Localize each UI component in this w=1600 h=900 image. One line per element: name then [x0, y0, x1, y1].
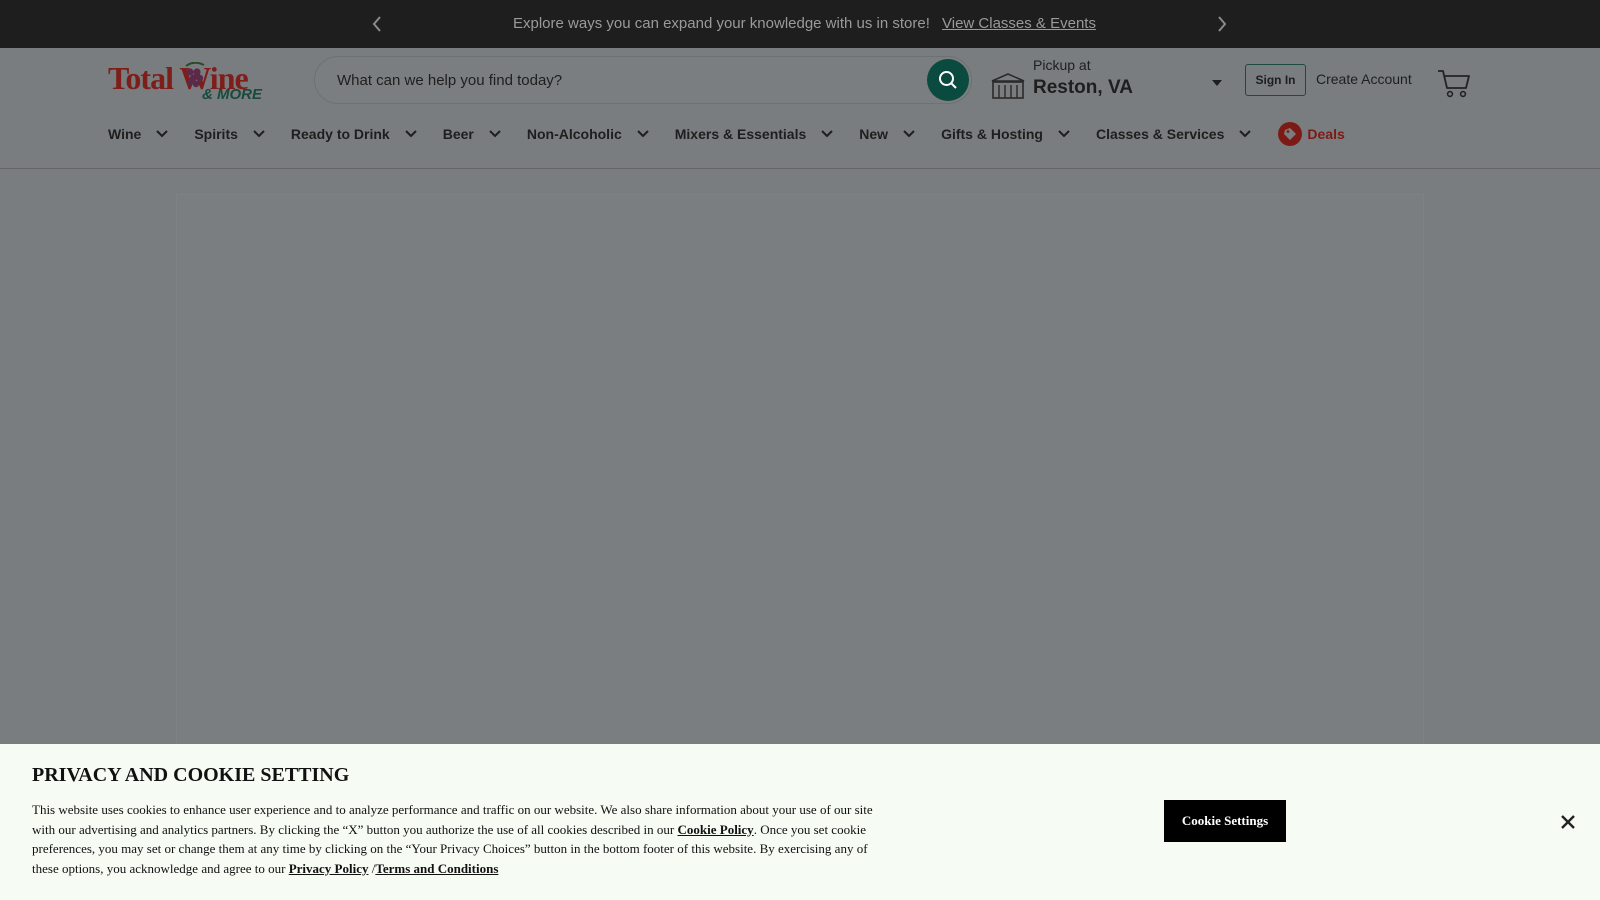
promo-next-button[interactable]: [1210, 12, 1234, 36]
nav-item-mixers-essentials[interactable]: Mixers & Essentials: [675, 126, 834, 142]
chevron-down-icon: [1239, 130, 1252, 138]
create-account-link[interactable]: Create Account: [1316, 71, 1412, 87]
nav-item-label: Non-Alcoholic: [526, 126, 622, 142]
nav-item-deals[interactable]: Deals: [1277, 121, 1345, 147]
chevron-down-icon: [156, 130, 169, 138]
nav-item-label: Classes & Services: [1095, 126, 1225, 142]
site-logo[interactable]: Total Wine & MORE: [108, 60, 292, 104]
nav-item-new[interactable]: New: [859, 126, 915, 142]
pickup-location: Reston, VA: [1033, 77, 1133, 98]
cookie-close-button[interactable]: [1556, 810, 1580, 834]
promo-link[interactable]: View Classes & Events: [942, 15, 1096, 32]
chevron-down-icon: [1058, 130, 1070, 138]
nav-item-label: Spirits: [194, 126, 238, 142]
chevron-down-icon: [405, 130, 417, 138]
nav-item-label: Gifts & Hosting: [941, 126, 1043, 142]
pickup-label: Pickup at: [1033, 57, 1091, 73]
cookie-policy-link[interactable]: Cookie Policy: [678, 822, 754, 837]
sign-in-button[interactable]: Sign In: [1245, 64, 1306, 96]
nav-item-beer[interactable]: Beer: [443, 126, 501, 142]
chevron-down-icon: [903, 130, 915, 138]
nav-item-classes-services[interactable]: Classes & Services: [1095, 126, 1252, 142]
nav-item-ready-to-drink[interactable]: Ready to Drink: [291, 126, 417, 142]
caret-down-icon: [1212, 80, 1222, 86]
close-icon: [1561, 815, 1575, 829]
cookie-banner: PRIVACY AND COOKIE SETTING This website …: [0, 744, 1600, 900]
deals-label: Deals: [1307, 126, 1345, 142]
site-header: Total Wine & MORE Pi: [0, 48, 1600, 169]
nav-item-label: New: [859, 126, 889, 142]
logo-secondary-text: & MORE: [202, 86, 262, 103]
search-box: [314, 56, 972, 104]
chevron-left-icon: [372, 16, 381, 32]
nav-item-wine[interactable]: Wine: [108, 126, 169, 142]
search-input[interactable]: [337, 69, 897, 91]
pickup-store-selector[interactable]: Pickup at Reston, VA: [988, 54, 1224, 106]
nav-item-spirits[interactable]: Spirits: [194, 126, 265, 142]
store-icon: [991, 73, 1025, 99]
hero-banner: [176, 194, 1424, 754]
nav-item-non-alcoholic[interactable]: Non-Alcoholic: [527, 126, 649, 142]
chevron-down-icon: [489, 130, 501, 138]
privacy-policy-link[interactable]: Privacy Policy: [289, 861, 369, 876]
main-nav: Wine Spirits Ready to Drink Beer Non-Alc…: [108, 118, 1345, 150]
terms-link[interactable]: Terms and Conditions: [375, 861, 498, 876]
cookie-body: This website uses cookies to enhance use…: [32, 800, 882, 878]
cart-icon[interactable]: [1437, 68, 1471, 98]
chevron-right-icon: [1218, 16, 1227, 32]
chevron-down-icon: [821, 130, 833, 138]
chevron-down-icon: [253, 130, 265, 138]
promo-prev-button[interactable]: [365, 12, 389, 36]
nav-item-label: Wine: [108, 126, 142, 142]
nav-item-label: Beer: [442, 126, 474, 142]
chevron-down-icon: [637, 130, 649, 138]
cookie-settings-button[interactable]: Cookie Settings: [1164, 800, 1286, 842]
search-icon: [939, 71, 957, 89]
nav-item-gifts-hosting[interactable]: Gifts & Hosting: [941, 126, 1070, 142]
cookie-title: PRIVACY AND COOKIE SETTING: [32, 764, 350, 786]
nav-item-label: Mixers & Essentials: [674, 126, 807, 142]
deals-tag-icon: [1278, 122, 1303, 146]
search-button[interactable]: [927, 59, 969, 101]
promo-bar: Explore ways you can expand your knowled…: [0, 0, 1600, 48]
nav-item-label: Ready to Drink: [290, 126, 390, 142]
promo-message: Explore ways you can expand your knowled…: [513, 15, 930, 32]
